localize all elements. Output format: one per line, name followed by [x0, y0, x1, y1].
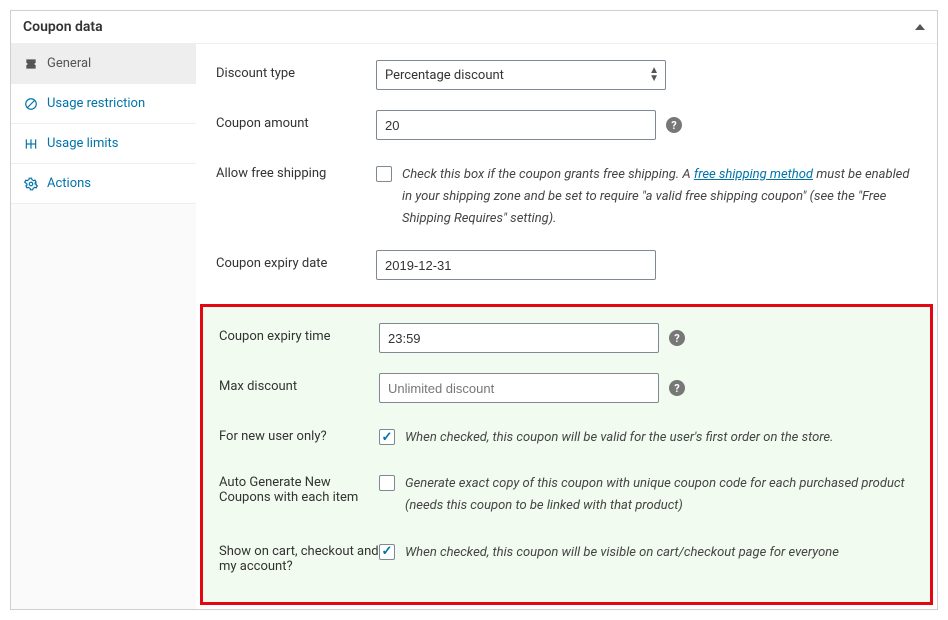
auto-generate-desc: Generate exact copy of this coupon with …: [405, 469, 914, 517]
field-max-discount: Max discount ?: [219, 373, 914, 403]
section-standard: Discount type Percentage discount ▲▼ Cou…: [196, 44, 937, 304]
tab-actions[interactable]: Actions: [11, 164, 196, 204]
panel-body: General Usage restriction Usage limits A…: [11, 44, 937, 609]
collapse-icon[interactable]: [915, 24, 925, 30]
free-shipping-checkbox[interactable]: [376, 166, 392, 182]
content-general: Discount type Percentage discount ▲▼ Cou…: [196, 44, 937, 609]
coupon-data-panel: Coupon data General Usage restriction: [10, 10, 938, 610]
label-max-discount: Max discount: [219, 373, 379, 394]
tab-usage-limits[interactable]: Usage limits: [11, 124, 196, 164]
no-entry-icon: [23, 97, 39, 111]
field-coupon-amount: Coupon amount ?: [216, 110, 917, 140]
section-highlighted: Coupon expiry time ? Max discount ? For …: [200, 304, 933, 604]
expiry-time-input[interactable]: [379, 323, 659, 353]
free-shipping-desc: Check this box if the coupon grants free…: [402, 160, 917, 230]
show-on-checkbox[interactable]: [379, 544, 395, 560]
help-icon[interactable]: ?: [666, 117, 682, 133]
field-free-shipping: Allow free shipping Check this box if th…: [216, 160, 917, 230]
label-auto-generate: Auto Generate New Coupons with each item: [219, 469, 379, 505]
tab-label: General: [47, 56, 91, 71]
field-new-user: For new user only? When checked, this co…: [219, 423, 914, 449]
tab-usage-restriction[interactable]: Usage restriction: [11, 84, 196, 124]
field-show-on: Show on cart, checkout and my account? W…: [219, 538, 914, 574]
tab-label: Usage limits: [47, 136, 118, 151]
expiry-date-input[interactable]: [376, 250, 656, 280]
label-discount-type: Discount type: [216, 60, 376, 81]
coupon-amount-input[interactable]: [376, 110, 656, 140]
gear-icon: [23, 177, 39, 191]
label-show-on: Show on cart, checkout and my account?: [219, 538, 379, 574]
field-expiry-time: Coupon expiry time ?: [219, 323, 914, 353]
label-expiry-date: Coupon expiry date: [216, 250, 376, 271]
show-on-desc: When checked, this coupon will be visibl…: [405, 538, 839, 564]
help-icon[interactable]: ?: [669, 380, 685, 396]
new-user-checkbox[interactable]: [379, 429, 395, 445]
help-icon[interactable]: ?: [669, 330, 685, 346]
tab-label: Usage restriction: [47, 96, 145, 111]
label-expiry-time: Coupon expiry time: [219, 323, 379, 344]
label-coupon-amount: Coupon amount: [216, 110, 376, 131]
field-auto-generate: Auto Generate New Coupons with each item…: [219, 469, 914, 517]
select-arrows-icon: ▲▼: [649, 67, 659, 83]
discount-type-select[interactable]: Percentage discount ▲▼: [376, 60, 666, 90]
field-discount-type: Discount type Percentage discount ▲▼: [216, 60, 917, 90]
auto-generate-checkbox[interactable]: [379, 475, 395, 491]
panel-header: Coupon data: [11, 11, 937, 44]
tab-general[interactable]: General: [11, 44, 196, 84]
select-value: Percentage discount: [385, 68, 504, 83]
panel-title: Coupon data: [23, 19, 103, 35]
ticket-icon: [23, 57, 39, 71]
limits-icon: [23, 137, 39, 151]
field-expiry-date: Coupon expiry date: [216, 250, 917, 280]
new-user-desc: When checked, this coupon will be valid …: [405, 423, 833, 449]
label-free-shipping: Allow free shipping: [216, 160, 376, 181]
tab-label: Actions: [47, 176, 91, 191]
sidebar: General Usage restriction Usage limits A…: [11, 44, 196, 609]
label-new-user: For new user only?: [219, 423, 379, 444]
max-discount-input[interactable]: [379, 373, 659, 403]
free-shipping-method-link[interactable]: free shipping method: [694, 167, 813, 182]
